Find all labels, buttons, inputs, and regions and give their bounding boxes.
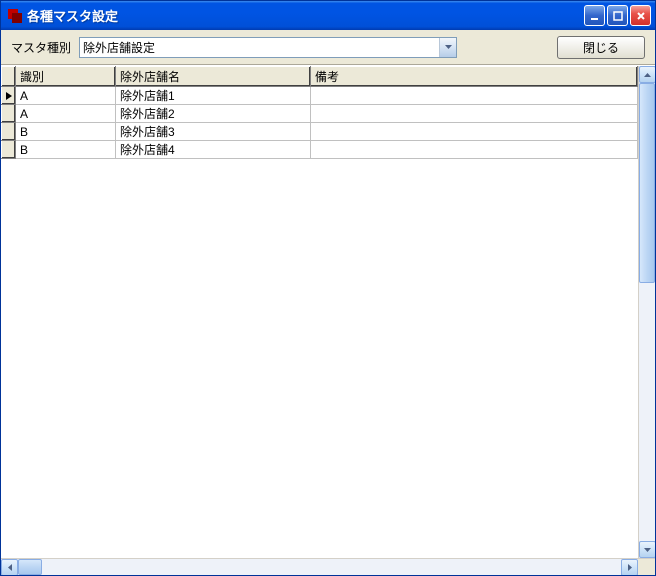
cell-name[interactable]: 除外店舗4 [116,141,311,159]
minimize-button[interactable] [584,5,605,26]
close-button-label: 閉じる [583,39,619,56]
current-row-icon [6,92,12,100]
combo-selected-value: 除外店舗設定 [83,39,439,56]
master-type-combo[interactable]: 除外店舗設定 [79,37,457,58]
close-window-button[interactable] [630,5,651,26]
data-grid[interactable]: 識別 除外店舗名 備考 A除外店舗1A除外店舗2B除外店舗3B除外店舗4 [1,66,638,558]
cell-remarks[interactable] [311,141,638,159]
table-row[interactable]: B除外店舗3 [2,123,638,141]
cell-name[interactable]: 除外店舗2 [116,105,311,123]
row-indicator[interactable] [2,141,16,159]
master-type-label: マスタ種別 [11,39,71,56]
cell-id[interactable]: B [16,123,116,141]
main-window: 各種マスタ設定 マスタ種別 除外店舗設定 閉じる [0,0,656,576]
vscroll-track[interactable] [639,83,655,541]
table-row[interactable]: A除外店舗2 [2,105,638,123]
window-buttons [584,5,651,26]
cell-name[interactable]: 除外店舗3 [116,123,311,141]
content-area: 識別 除外店舗名 備考 A除外店舗1A除外店舗2B除外店舗3B除外店舗4 [1,65,655,575]
horizontal-scrollbar[interactable] [1,558,655,575]
cell-remarks[interactable] [311,123,638,141]
scroll-up-button[interactable] [639,66,655,83]
maximize-button[interactable] [607,5,628,26]
scroll-down-button[interactable] [639,541,655,558]
scroll-right-button[interactable] [621,559,638,575]
app-icon [7,8,23,24]
vscroll-thumb[interactable] [639,83,655,283]
cell-id[interactable]: B [16,141,116,159]
col-header-name[interactable]: 除外店舗名 [116,67,311,87]
scroll-left-button[interactable] [1,559,18,575]
table-row[interactable]: B除外店舗4 [2,141,638,159]
col-header-id[interactable]: 識別 [16,67,116,87]
grid-header-row: 識別 除外店舗名 備考 [2,67,638,87]
row-indicator[interactable] [2,123,16,141]
grid-corner [2,67,16,87]
hscroll-track[interactable] [18,559,621,575]
cell-id[interactable]: A [16,105,116,123]
cell-id[interactable]: A [16,87,116,105]
row-indicator[interactable] [2,87,16,105]
window-title: 各種マスタ設定 [27,6,584,25]
close-button[interactable]: 閉じる [557,36,645,59]
cell-remarks[interactable] [311,105,638,123]
scroll-corner [638,559,655,575]
titlebar: 各種マスタ設定 [1,1,655,30]
combo-dropdown-button[interactable] [439,38,456,57]
cell-remarks[interactable] [311,87,638,105]
cell-name[interactable]: 除外店舗1 [116,87,311,105]
hscroll-thumb[interactable] [18,559,42,575]
table-row[interactable]: A除外店舗1 [2,87,638,105]
vertical-scrollbar[interactable] [638,66,655,558]
row-indicator[interactable] [2,105,16,123]
toolbar: マスタ種別 除外店舗設定 閉じる [1,30,655,65]
col-header-remarks[interactable]: 備考 [311,67,638,87]
